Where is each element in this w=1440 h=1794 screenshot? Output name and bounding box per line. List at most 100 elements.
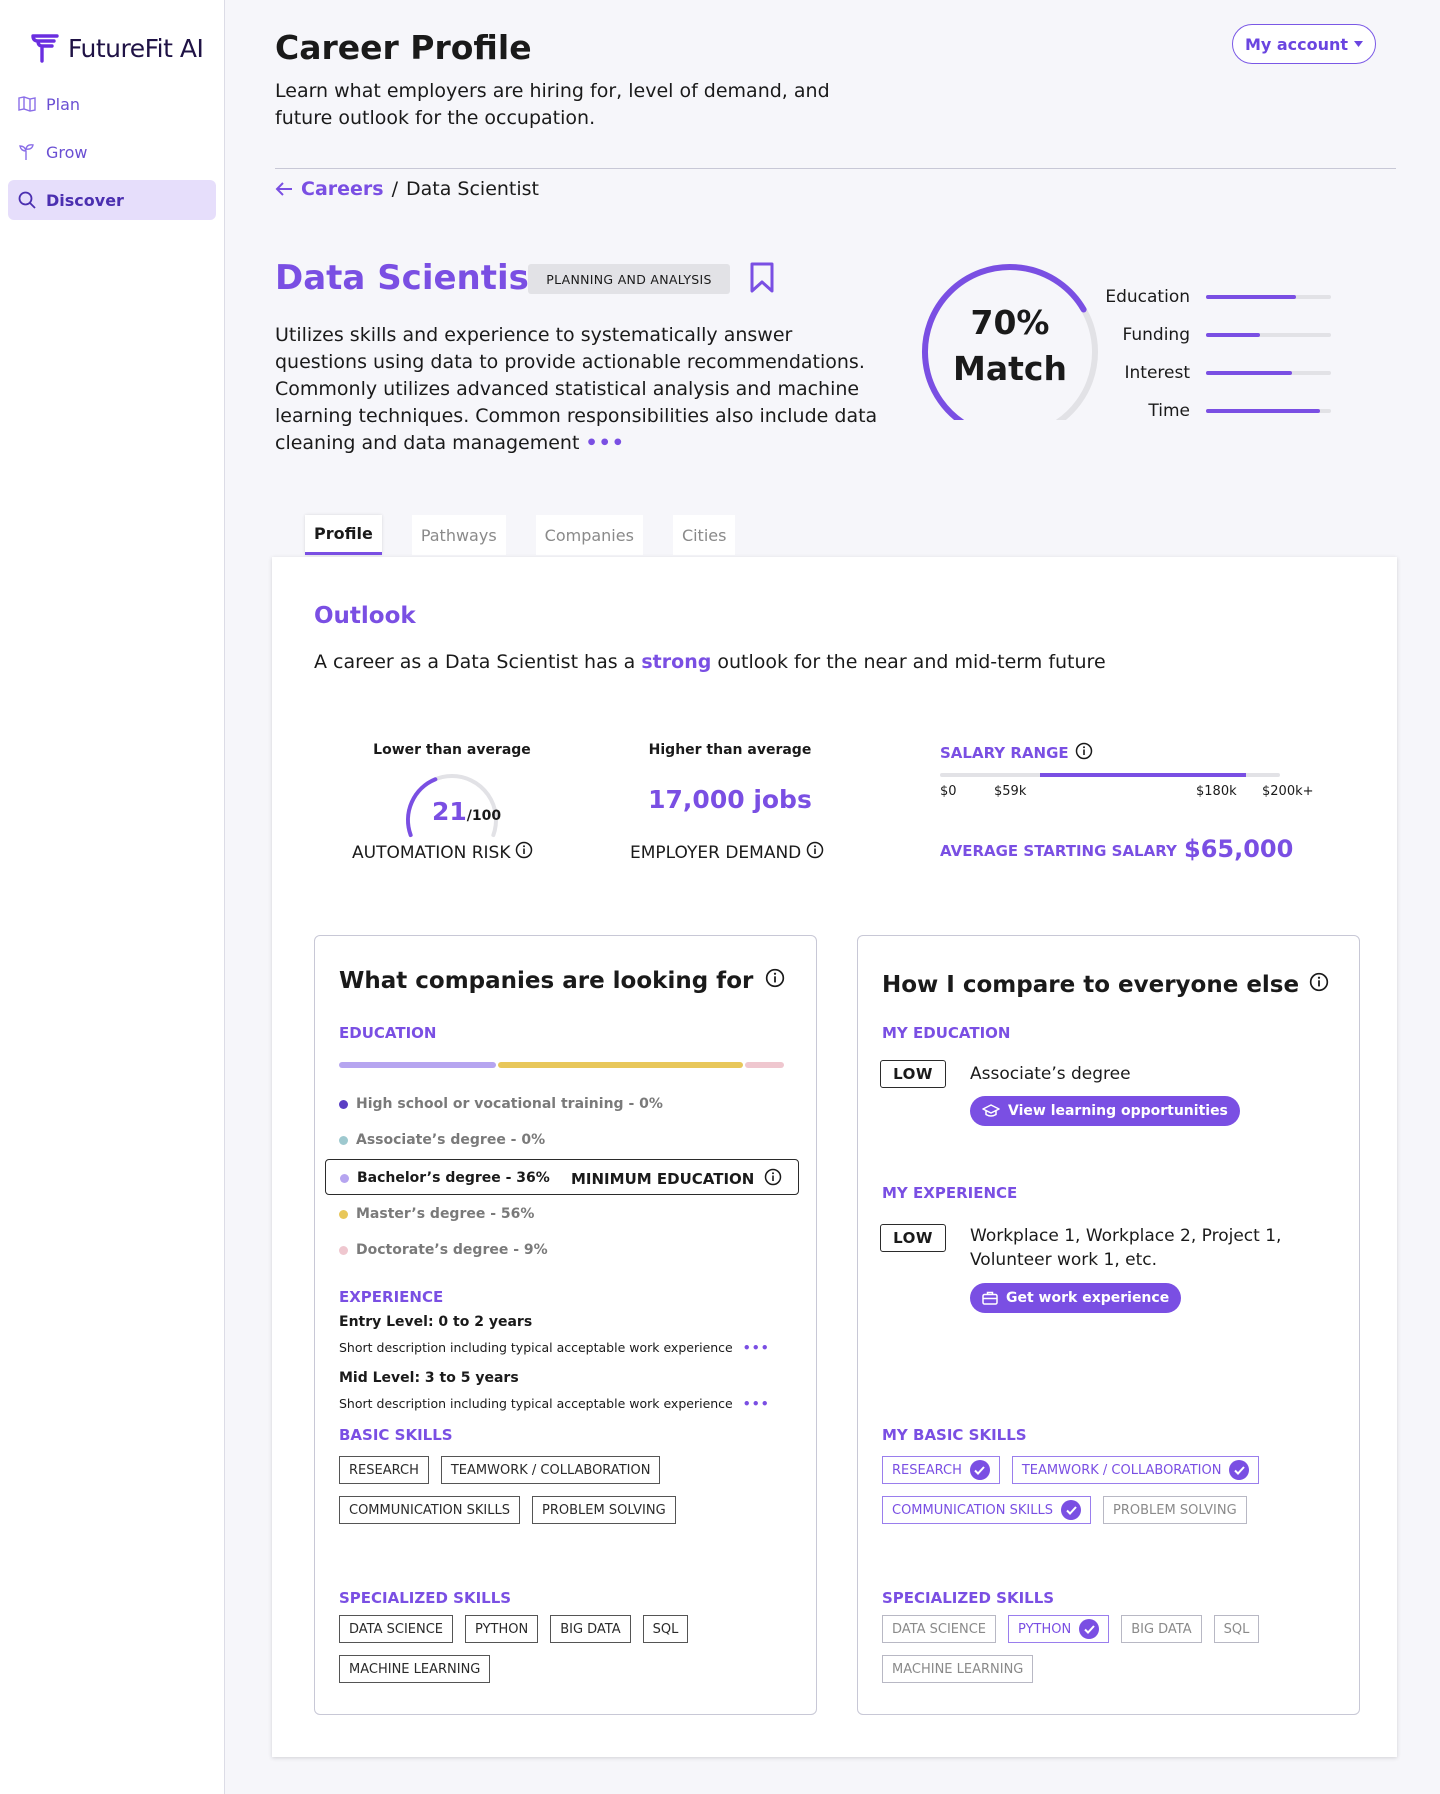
factor-label: Funding <box>1122 325 1190 345</box>
edu-label: High school or vocational training - 0% <box>356 1096 663 1112</box>
page-title: Career Profile <box>275 28 532 67</box>
skill-chip-missing[interactable]: PROBLEM SOLVING <box>1103 1496 1247 1524</box>
career-title: Data Scientist <box>275 258 546 298</box>
skill-chip[interactable]: COMMUNICATION SKILLS <box>339 1496 520 1524</box>
skill-chip-matched[interactable]: TEAMWORK / COLLABORATION <box>1011 1456 1260 1484</box>
skill-chip-missing[interactable]: SQL <box>1213 1615 1260 1643</box>
breadcrumb: Careers / Data Scientist <box>275 178 539 200</box>
minimum-education-text: MINIMUM EDUCATION <box>571 1170 755 1188</box>
match-gauge: 70% Match <box>915 260 1105 429</box>
outlook-text-before: A career as a Data Scientist has a <box>314 651 636 673</box>
experience-level: Mid Level: 3 to 5 years <box>339 1370 519 1386</box>
arrow-left-icon[interactable] <box>275 181 293 197</box>
my-specialized-skills-heading: SPECIALIZED SKILLS <box>882 1589 1055 1607</box>
more-button[interactable]: ••• <box>743 1396 770 1411</box>
legend-dot <box>339 1099 348 1109</box>
breadcrumb-current: Data Scientist <box>406 178 539 200</box>
skill-chip[interactable]: RESEARCH <box>339 1456 429 1484</box>
search-icon <box>18 191 36 209</box>
info-icon[interactable] <box>515 841 533 864</box>
automation-label-text: AUTOMATION RISK <box>352 842 511 863</box>
app-logo[interactable]: FutureFit AI <box>30 32 204 64</box>
caret-down-icon <box>1354 41 1364 47</box>
info-icon[interactable] <box>1075 742 1093 764</box>
education-distribution-bar <box>339 1062 784 1068</box>
edu-item-master: Master’s degree - 56% <box>339 1206 534 1222</box>
info-icon[interactable] <box>765 968 785 994</box>
more-description-button[interactable]: ••• <box>585 432 624 454</box>
skill-label: TEAMWORK / COLLABORATION <box>1021 1462 1222 1478</box>
info-icon[interactable] <box>764 1168 782 1190</box>
demand-label-text: EMPLOYER DEMAND <box>630 842 802 863</box>
skill-chip[interactable]: BIG DATA <box>550 1615 631 1643</box>
factor-track <box>1206 371 1331 375</box>
skill-chip-matched[interactable]: PYTHON <box>1008 1615 1110 1643</box>
automation-value: 21 <box>432 797 467 826</box>
outlook-strength: strong <box>641 651 712 673</box>
specialized-skills-heading: SPECIALIZED SKILLS <box>339 1589 512 1607</box>
my-experience-heading: MY EXPERIENCE <box>882 1184 1018 1202</box>
nav-item-plan[interactable]: Plan <box>8 84 216 124</box>
salary-range-fill <box>1040 773 1246 777</box>
nav-label: Plan <box>46 94 81 114</box>
bookmark-icon[interactable] <box>749 262 775 298</box>
skill-chip[interactable]: SQL <box>642 1615 689 1643</box>
nav-label: Discover <box>46 190 124 210</box>
header-divider <box>275 168 1396 169</box>
tab-profile[interactable]: Profile <box>305 515 382 555</box>
skill-label: COMMUNICATION SKILLS <box>892 1502 1053 1518</box>
compare-title-text: How I compare to everyone else <box>882 972 1300 998</box>
edu-item-doctorate: Doctorate’s degree - 9% <box>339 1242 548 1258</box>
edu-label: Bachelor’s degree - 36% <box>357 1170 550 1186</box>
salary-range-track <box>940 773 1280 777</box>
legend-dot <box>339 1245 348 1255</box>
get-work-experience-button[interactable]: Get work experience <box>970 1283 1182 1313</box>
skill-chip-missing[interactable]: DATA SCIENCE <box>882 1615 997 1643</box>
skill-chip[interactable]: PROBLEM SOLVING <box>532 1496 676 1524</box>
edu-label: Doctorate’s degree - 9% <box>356 1242 548 1258</box>
category-badge: PLANNING AND ANALYSIS <box>528 264 730 294</box>
edu-label: Master’s degree - 56% <box>356 1206 535 1222</box>
skill-chip-missing[interactable]: MACHINE LEARNING <box>882 1655 1034 1683</box>
skill-label: RESEARCH <box>892 1462 962 1478</box>
info-icon[interactable] <box>806 841 824 864</box>
outlook-text-after: outlook for the near and mid-term future <box>717 651 1106 673</box>
check-icon <box>1229 1460 1250 1480</box>
skill-chip-matched[interactable]: RESEARCH <box>882 1456 1000 1484</box>
my-account-button[interactable]: My account <box>1232 24 1376 64</box>
my-basic-skills-list: RESEARCH TEAMWORK / COLLABORATION COMMUN… <box>882 1456 1342 1524</box>
tab-cities[interactable]: Cities <box>672 515 736 555</box>
skill-chip[interactable]: PYTHON <box>465 1615 539 1643</box>
skill-chip[interactable]: MACHINE LEARNING <box>339 1655 491 1683</box>
demand-label: EMPLOYER DEMAND <box>630 841 824 864</box>
skill-chip[interactable]: TEAMWORK / COLLABORATION <box>440 1456 661 1484</box>
view-learning-opportunities-button[interactable]: View learning opportunities <box>970 1096 1240 1126</box>
breadcrumb-careers-link[interactable]: Careers <box>301 178 384 200</box>
outlook-text: A career as a Data Scientist has a stron… <box>314 651 1106 673</box>
map-icon <box>18 96 36 112</box>
skill-chip[interactable]: DATA SCIENCE <box>339 1615 454 1643</box>
nav-label: Grow <box>46 142 88 162</box>
experience-desc-text: Short description including typical acce… <box>339 1340 733 1355</box>
my-specialized-skills-list: DATA SCIENCE PYTHON BIG DATA SQL MACHINE… <box>882 1615 1342 1683</box>
legend-dot <box>339 1135 348 1145</box>
skill-label: PYTHON <box>1018 1621 1072 1637</box>
tab-pathways[interactable]: Pathways <box>411 515 506 555</box>
my-basic-skills-heading: MY BASIC SKILLS <box>882 1426 1027 1444</box>
skill-chip-missing[interactable]: BIG DATA <box>1121 1615 1202 1643</box>
nav-item-discover[interactable]: Discover <box>8 180 216 220</box>
basic-skills-list: RESEARCH TEAMWORK / COLLABORATION COMMUN… <box>339 1456 799 1524</box>
compare-panel-title: How I compare to everyone else <box>882 972 1329 998</box>
tab-companies[interactable]: Companies <box>535 515 643 555</box>
experience-heading: EXPERIENCE <box>339 1288 444 1306</box>
specialized-skills-list: DATA SCIENCE PYTHON BIG DATA SQL MACHINE… <box>339 1615 799 1683</box>
factor-row-education: Education <box>1105 278 1331 316</box>
info-icon[interactable] <box>1309 972 1329 998</box>
skill-chip-matched[interactable]: COMMUNICATION SKILLS <box>882 1496 1091 1524</box>
breadcrumb-separator: / <box>391 178 398 200</box>
compare-panel: How I compare to everyone else MY EDUCAT… <box>857 935 1360 1715</box>
edu-item-bachelor: Bachelor’s degree - 36% <box>340 1170 550 1186</box>
nav-item-grow[interactable]: Grow <box>8 132 216 172</box>
education-level-badge: LOW <box>880 1060 946 1088</box>
more-button[interactable]: ••• <box>743 1340 770 1355</box>
